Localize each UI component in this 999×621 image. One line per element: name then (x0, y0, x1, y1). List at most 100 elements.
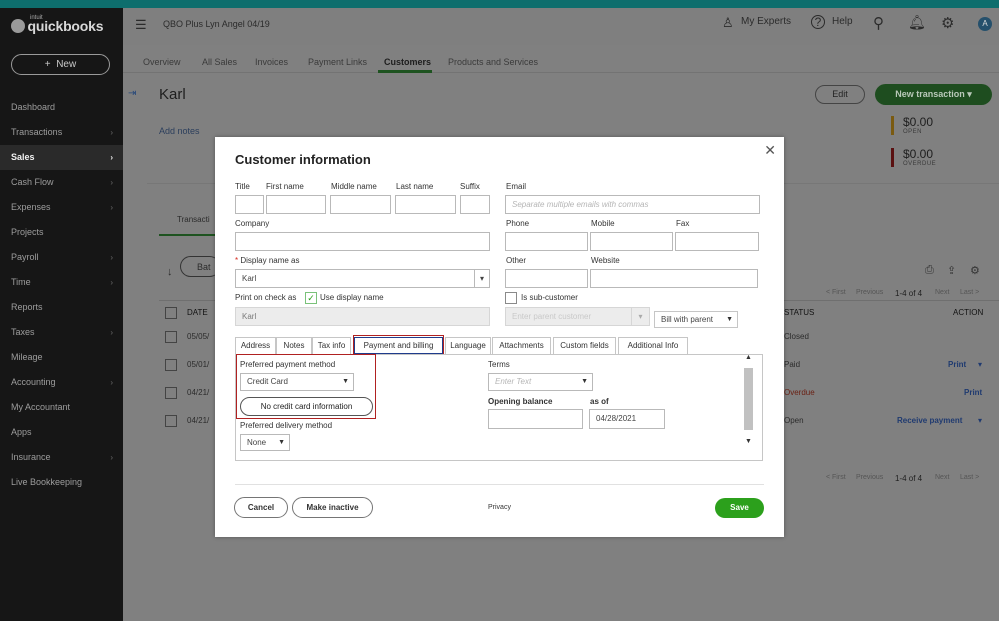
gear-icon[interactable]: ⚙ (941, 14, 954, 32)
pagination-last-top[interactable]: Last > (960, 289, 979, 296)
row-checkbox[interactable] (165, 415, 177, 427)
tab-tax-info[interactable]: Tax info (312, 337, 351, 354)
pagination-previous-top[interactable]: Previous (856, 289, 883, 296)
pagination-first-top[interactable]: < First (826, 289, 846, 296)
opening-balance-field[interactable] (488, 409, 583, 429)
middle-name-field[interactable] (330, 195, 391, 214)
search-icon[interactable]: ⚲ (873, 14, 884, 32)
row-checkbox[interactable] (165, 331, 177, 343)
terms-select[interactable]: Enter Text ▼ (488, 373, 593, 391)
avatar[interactable]: A (978, 17, 992, 31)
sidebar-item-payroll[interactable]: Payroll › (0, 245, 123, 270)
person-icon[interactable]: ♙ (722, 15, 734, 31)
sidebar-item-sales[interactable]: Sales › (0, 145, 123, 170)
no-credit-card-button[interactable]: No credit card information (240, 397, 373, 416)
pagination-last-bottom[interactable]: Last > (960, 474, 979, 481)
display-name-select[interactable]: Karl ▾ (235, 269, 490, 288)
save-button[interactable]: Save (715, 498, 764, 518)
row-action-print[interactable]: Print (964, 388, 982, 397)
help-link[interactable]: Help (832, 16, 853, 27)
row-action-caret-icon[interactable]: ▾ (978, 416, 982, 425)
row-action-receive-payment[interactable]: Receive payment (897, 416, 962, 425)
pagination-next-top[interactable]: Next (935, 289, 949, 296)
sidebar-item-transactions[interactable]: Transactions › (0, 120, 123, 145)
tab-language[interactable]: Language (445, 337, 491, 354)
row-action-caret-icon[interactable]: ▾ (978, 360, 982, 369)
sidebar-item-mileage[interactable]: Mileage (0, 345, 123, 370)
tab-products-and-services[interactable]: Products and Services (448, 57, 538, 67)
row-action-print[interactable]: Print (948, 360, 966, 369)
new-button[interactable]: + New (11, 54, 110, 75)
mobile-field[interactable] (590, 232, 673, 251)
phone-field[interactable] (505, 232, 588, 251)
sidebar-item-projects[interactable]: Projects (0, 220, 123, 245)
row-checkbox[interactable] (165, 387, 177, 399)
cancel-button[interactable]: Cancel (234, 497, 288, 518)
other-field[interactable] (505, 269, 588, 288)
select-all-checkbox[interactable] (165, 307, 177, 319)
sidebar-item-cash-flow[interactable]: Cash Flow › (0, 170, 123, 195)
batch-actions-button[interactable]: Bat (180, 256, 220, 277)
close-icon[interactable]: ✕ (764, 142, 776, 159)
sidebar-item-reports[interactable]: Reports (0, 295, 123, 320)
tab-additional-info[interactable]: Additional Info (618, 337, 688, 354)
company-field[interactable] (235, 232, 490, 251)
title-field[interactable] (235, 195, 264, 214)
print-icon[interactable]: ⎙ (925, 264, 934, 277)
pagination-previous-bottom[interactable]: Previous (856, 474, 883, 481)
website-field[interactable] (590, 269, 758, 288)
sidebar-item-dashboard[interactable]: Dashboard (0, 95, 123, 120)
preferred-delivery-select[interactable]: None ▼ (240, 434, 290, 451)
help-question-icon[interactable]: ? (811, 15, 825, 29)
my-experts-link[interactable]: My Experts (741, 16, 791, 27)
hamburger-menu-icon[interactable]: ☰ (135, 17, 147, 33)
bell-icon[interactable]: 🔔︎ (908, 14, 926, 31)
tab-all-sales[interactable]: All Sales (202, 57, 237, 67)
privacy-link[interactable]: Privacy (488, 504, 511, 511)
scroll-down-icon[interactable]: ▼ (745, 438, 752, 445)
pagination-next-bottom[interactable]: Next (935, 474, 949, 481)
panel-scrollbar[interactable]: ▲ ▼ (744, 354, 753, 445)
email-field[interactable]: Separate multiple emails with commas (505, 195, 760, 214)
tab-custom-fields[interactable]: Custom fields (553, 337, 616, 354)
transactions-tab[interactable]: Transacti (177, 215, 210, 224)
export-icon[interactable]: ⇪ (947, 264, 956, 277)
sidebar-item-taxes[interactable]: Taxes › (0, 320, 123, 345)
last-name-field[interactable] (395, 195, 456, 214)
first-name-field[interactable] (266, 195, 326, 214)
sidebar-item-accounting[interactable]: Accounting › (0, 370, 123, 395)
status-column-header[interactable]: STATUS (784, 308, 814, 317)
make-inactive-button[interactable]: Make inactive (292, 497, 373, 518)
sidebar-item-my-accountant[interactable]: My Accountant (0, 395, 123, 420)
add-notes-link[interactable]: Add notes (159, 126, 200, 136)
as-of-date-field[interactable]: 04/28/2021 (589, 409, 665, 429)
sidebar-item-time[interactable]: Time › (0, 270, 123, 295)
sidebar-item-live-bookkeeping[interactable]: Live Bookkeeping (0, 470, 123, 495)
preferred-payment-select[interactable]: Credit Card ▼ (240, 373, 354, 391)
is-sub-customer-checkbox[interactable] (505, 292, 517, 304)
tab-attachments[interactable]: Attachments (492, 337, 551, 354)
logo[interactable]: intuit quickbooks (11, 15, 104, 34)
scroll-thumb[interactable] (744, 368, 753, 430)
new-transaction-button[interactable]: New transaction ▾ (875, 84, 992, 105)
fax-field[interactable] (675, 232, 759, 251)
tab-payment-links[interactable]: Payment Links (308, 57, 367, 67)
collapse-panel-icon[interactable]: ⇥ (128, 88, 136, 99)
tab-overview[interactable]: Overview (143, 57, 181, 67)
date-column-header[interactable]: DATE (187, 308, 208, 317)
tab-address[interactable]: Address (235, 337, 276, 354)
sidebar-item-insurance[interactable]: Insurance › (0, 445, 123, 470)
suffix-field[interactable] (460, 195, 490, 214)
table-settings-gear-icon[interactable]: ⚙ (970, 264, 980, 277)
tab-notes[interactable]: Notes (276, 337, 312, 354)
pagination-first-bottom[interactable]: < First (826, 474, 846, 481)
edit-button[interactable]: Edit (815, 85, 865, 104)
scroll-up-icon[interactable]: ▲ (745, 354, 752, 361)
use-display-name-checkbox[interactable]: ✓ (305, 292, 317, 304)
sidebar-item-apps[interactable]: Apps (0, 420, 123, 445)
tab-customers[interactable]: Customers (384, 57, 431, 67)
sort-icon[interactable]: ↓ (167, 266, 173, 278)
sidebar-item-expenses[interactable]: Expenses › (0, 195, 123, 220)
tab-invoices[interactable]: Invoices (255, 57, 288, 67)
row-checkbox[interactable] (165, 359, 177, 371)
